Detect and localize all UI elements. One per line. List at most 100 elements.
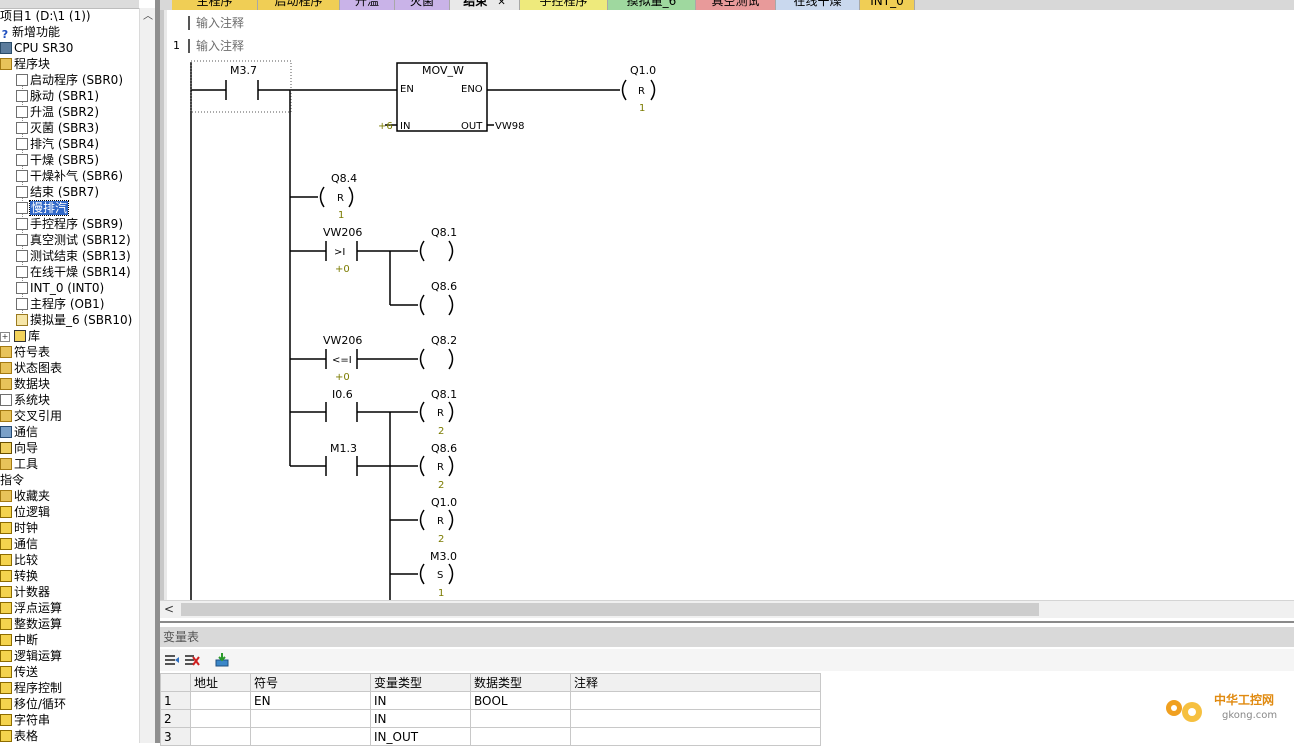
tree-item[interactable]: 摸拟量_6 (SBR10) — [0, 312, 132, 328]
gkong-watermark-logo: 中华工控网 gkong.com — [1160, 688, 1290, 728]
scroll-left-icon[interactable]: < — [164, 601, 174, 618]
page-icon — [16, 154, 28, 166]
tree-item[interactable]: + 库 — [0, 328, 40, 344]
tab-9[interactable]: INT_0 — [860, 0, 915, 10]
col-header-comment[interactable]: 注释 — [570, 673, 821, 692]
tree-item[interactable]: 升温 (SBR2) — [0, 104, 99, 120]
tree-item[interactable]: 逻辑运算 — [0, 648, 62, 664]
cell-comment[interactable] — [570, 709, 821, 728]
expand-icon[interactable]: + — [0, 332, 10, 342]
col-header-var-type[interactable]: 变量类型 — [370, 673, 471, 692]
col-header-symbol[interactable]: 符号 — [250, 673, 371, 692]
col-header-data-type[interactable]: 数据类型 — [470, 673, 571, 692]
tree-item[interactable]: 时钟 — [0, 520, 38, 536]
tree-item[interactable]: 灭菌 (SBR3) — [0, 120, 99, 136]
tree-item[interactable]: 慢排汽 — [0, 200, 70, 216]
tree-item[interactable]: 在线干燥 (SBR14) — [0, 264, 131, 280]
insert-row-icon[interactable] — [164, 652, 180, 668]
watermark-domain: gkong.com — [1222, 710, 1277, 721]
mov-out-value[interactable]: VW98 — [495, 121, 524, 132]
tree-item[interactable]: 测试结束 (SBR13) — [0, 248, 131, 264]
tree-item[interactable]: 系统块 — [0, 392, 50, 408]
tree-item[interactable]: 手控程序 (SBR9) — [0, 216, 123, 232]
tree-item[interactable]: 转换 — [0, 568, 38, 584]
tab-3[interactable]: 灭菌 — [395, 0, 450, 10]
tree-item-label: 指令 — [0, 473, 25, 487]
tree-project-root[interactable]: 项目1 (D:\1 (1)) — [0, 8, 91, 24]
contact-m13-label: M1.3 — [330, 442, 357, 455]
tree-item[interactable]: 脉动 (SBR1) — [0, 88, 99, 104]
tree-item[interactable]: 中断 — [0, 632, 38, 648]
tab-4[interactable]: 结束 ✕ — [450, 0, 520, 10]
tab-7[interactable]: 真空测试 — [696, 0, 776, 10]
tree-item[interactable]: 程序块 — [0, 56, 50, 72]
tree-item-label: 脉动 (SBR1) — [30, 89, 100, 103]
mov-in-value[interactable]: +6 — [378, 121, 393, 132]
tree-item[interactable]: 浮点运算 — [0, 600, 62, 616]
tab-5[interactable]: 手控程序 — [520, 0, 608, 10]
tree-item[interactable]: 交叉引用 — [0, 408, 62, 424]
tree-item-label: 位逻辑 — [14, 505, 51, 519]
cell-var-type[interactable]: IN — [370, 709, 471, 728]
tree-item[interactable]: ? 新增功能 — [0, 24, 60, 41]
tree-item[interactable]: 位逻辑 — [0, 504, 50, 520]
tree-item[interactable]: 启动程序 (SBR0) — [0, 72, 123, 88]
tree-item-label: CPU SR30 — [14, 41, 74, 55]
tree-item[interactable]: 数据块 — [0, 376, 50, 392]
editor-horizontal-scrollbar[interactable]: < — [160, 600, 1294, 618]
delete-row-icon[interactable] — [184, 652, 200, 668]
tab-8[interactable]: 在线干燥 — [776, 0, 860, 10]
cell-symbol[interactable] — [250, 709, 371, 728]
tree-item[interactable]: 表格 — [0, 728, 38, 743]
tree-item[interactable]: 指令 — [0, 472, 24, 488]
tree-item[interactable]: 排汽 (SBR4) — [0, 136, 99, 152]
tree-item[interactable]: 主程序 (OB1) — [0, 296, 105, 312]
scroll-up-icon[interactable]: ︿ — [140, 10, 156, 24]
tree-item[interactable]: 整数运算 — [0, 616, 62, 632]
tree-item[interactable]: 字符串 — [0, 712, 50, 728]
tree-vertical-scrollbar[interactable]: ︿ — [139, 8, 156, 743]
tree-item[interactable]: 结束 (SBR7) — [0, 184, 99, 200]
ladder-editor[interactable]: 输入注释 1 输入注释 M3.7 MOV_W EN ENO IN OUT +6 … — [160, 10, 1294, 600]
row-index[interactable]: 1 — [160, 691, 191, 710]
tree-item[interactable]: 真空测试 (SBR12) — [0, 232, 131, 248]
tree-item[interactable]: 收藏夹 — [0, 488, 50, 504]
tree-item[interactable]: 计数器 — [0, 584, 50, 600]
tab-2[interactable]: 升温 — [340, 0, 395, 10]
update-icon[interactable] — [214, 652, 230, 668]
col-header-address[interactable]: 地址 — [190, 673, 251, 692]
tree-item[interactable]: 干燥补气 (SBR6) — [0, 168, 123, 184]
cell-address[interactable] — [190, 691, 251, 710]
tree-item[interactable]: 符号表 — [0, 344, 50, 360]
cell-symbol[interactable]: EN — [250, 691, 371, 710]
tree-item[interactable]: INT_0 (INT0) — [0, 280, 104, 296]
tab-6[interactable]: 摸拟量_6 — [608, 0, 696, 10]
tree-item[interactable]: 比较 — [0, 552, 38, 568]
cell-var-type[interactable]: IN — [370, 691, 471, 710]
tree-item[interactable]: 干燥 (SBR5) — [0, 152, 99, 168]
table-row[interactable]: 1 EN IN BOOL — [160, 691, 821, 710]
tab-1[interactable]: 启动程序 — [258, 0, 340, 10]
cell-data-type[interactable]: BOOL — [470, 691, 571, 710]
scroll-thumb[interactable] — [181, 603, 1039, 616]
tree-item[interactable]: 通信 — [0, 536, 38, 552]
tree-item[interactable]: 向导 — [0, 440, 38, 456]
tree-item[interactable]: 状态图表 — [0, 360, 62, 376]
tree-item[interactable]: 程序控制 — [0, 680, 62, 696]
row-index[interactable]: 2 — [160, 709, 191, 728]
tree-item[interactable]: 工具 — [0, 456, 38, 472]
tree-item[interactable]: 移位/循环 — [0, 696, 66, 712]
cell-address[interactable] — [190, 709, 251, 728]
coil-q84-label: Q8.4 — [331, 172, 357, 185]
close-icon[interactable]: ✕ — [497, 0, 505, 8]
tree-item[interactable]: 传送 — [0, 664, 38, 680]
tab-label: 灭菌 — [409, 0, 434, 8]
table-row[interactable]: 2 IN — [160, 709, 821, 728]
cell-comment[interactable] — [570, 691, 821, 710]
tab-0[interactable]: 主程序 — [172, 0, 258, 10]
ladder-network-diagram[interactable]: M3.7 MOV_W EN ENO IN OUT +6 VW98 Q1.0 R … — [160, 10, 1294, 600]
tree-item[interactable]: CPU SR30 — [0, 40, 73, 56]
tree-item-label: 通信 — [14, 537, 39, 551]
tree-item[interactable]: 通信 — [0, 424, 38, 440]
cell-data-type[interactable] — [470, 709, 571, 728]
